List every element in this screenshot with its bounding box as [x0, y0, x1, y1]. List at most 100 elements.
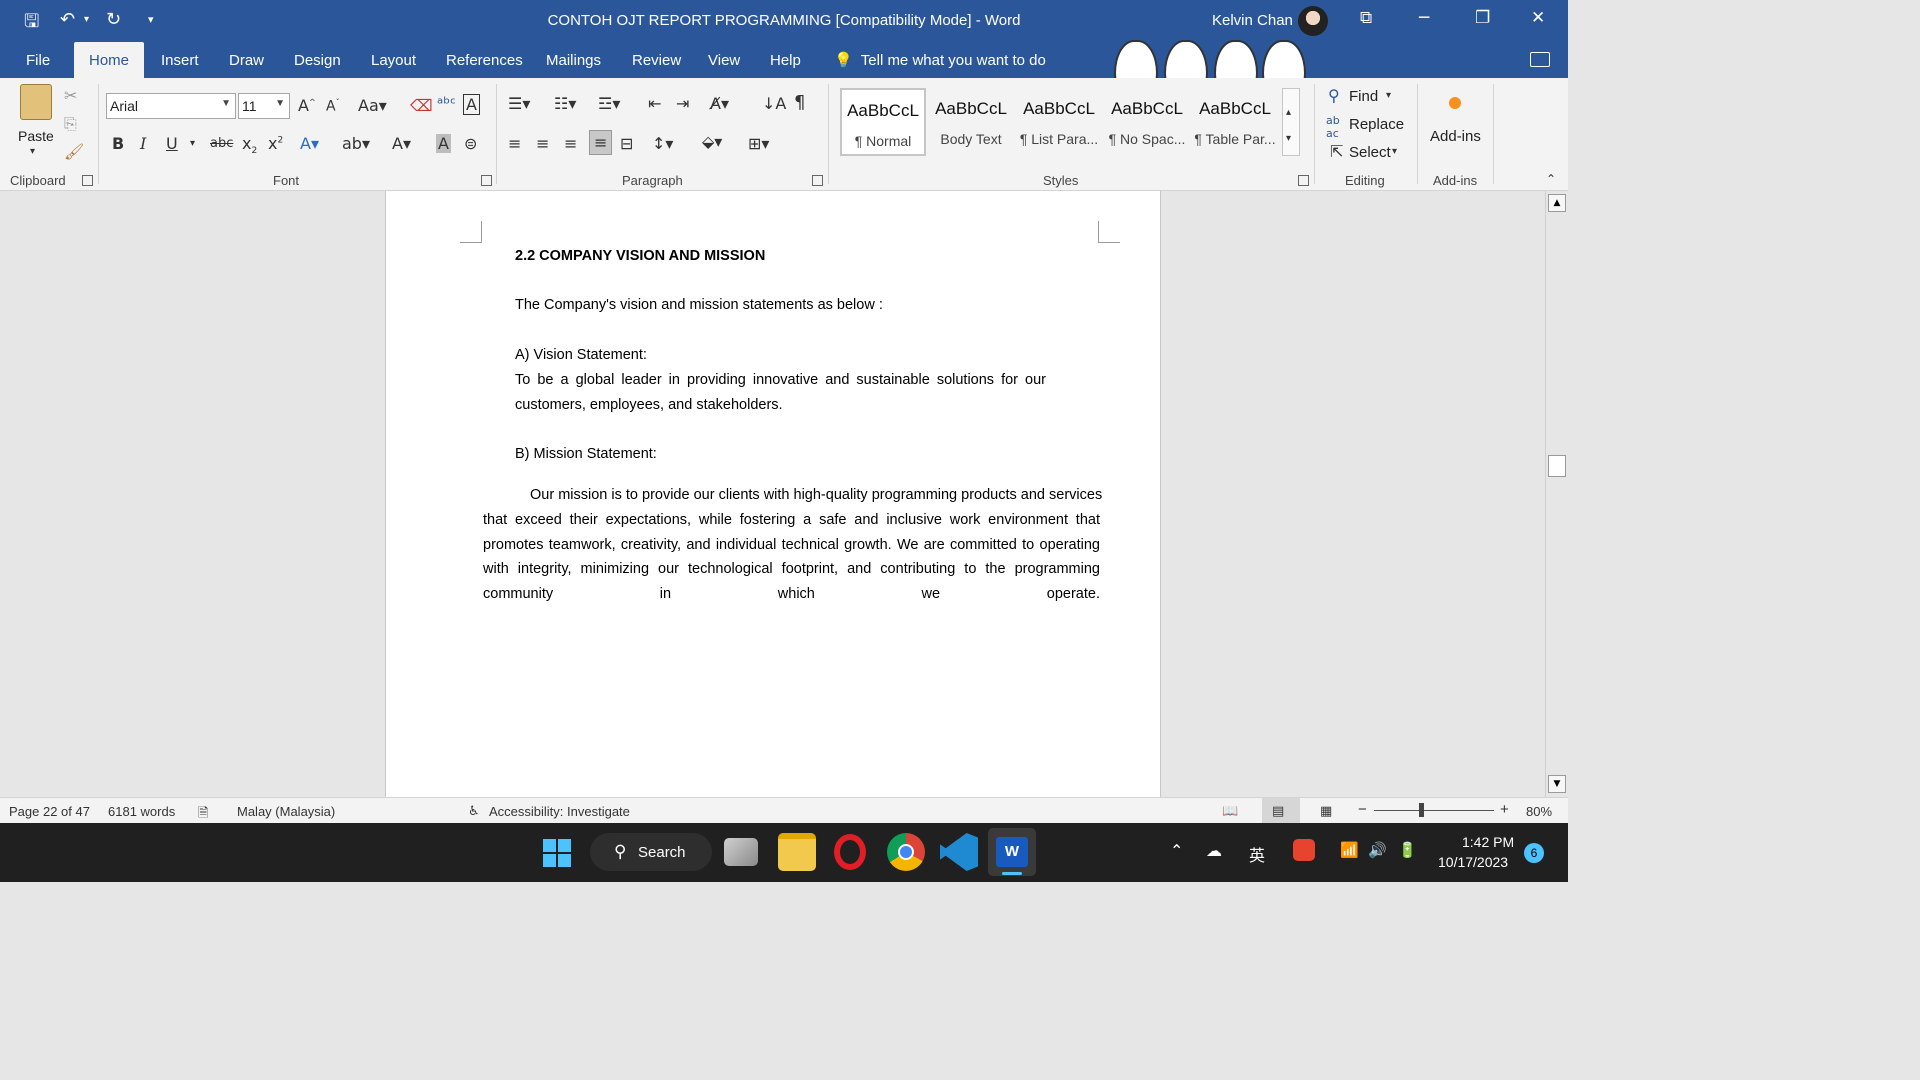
scroll-up-icon[interactable]: ▲	[1548, 194, 1566, 212]
find-button[interactable]: Find	[1349, 88, 1378, 105]
paste-dropdown-icon[interactable]: ▾	[30, 146, 35, 157]
add-ins-button[interactable]: Add-ins	[1430, 128, 1481, 145]
find-dropdown-icon[interactable]: ▾	[1386, 90, 1391, 101]
show-formatting-icon[interactable]: ¶	[794, 92, 805, 113]
superscript-icon[interactable]: x2	[268, 134, 283, 153]
style-normal[interactable]: AaBbCcL ¶ Normal	[840, 88, 926, 156]
subscript-icon[interactable]: x2	[242, 134, 257, 156]
font-dialog-launcher-icon[interactable]	[481, 175, 492, 186]
numbering-icon[interactable]: ☷▾	[554, 94, 576, 113]
enclose-characters-icon[interactable]: ⊜	[464, 134, 477, 153]
clipboard-dialog-launcher-icon[interactable]	[82, 175, 93, 186]
accessibility-status[interactable]: Accessibility: Investigate	[489, 804, 630, 819]
page-count[interactable]: Page 22 of 47	[9, 804, 90, 819]
zoom-out-icon[interactable]: −	[1358, 801, 1367, 818]
taskbar-search[interactable]: ⚲ Search	[590, 833, 712, 871]
font-size-combo[interactable]: 11 ▼	[238, 93, 290, 119]
tab-references[interactable]: References	[446, 52, 523, 69]
change-case-icon[interactable]: Aa▾	[358, 96, 387, 115]
bold-icon[interactable]: B	[112, 134, 124, 153]
sort-icon[interactable]: ↓A	[762, 94, 786, 113]
volume-icon[interactable]: 🔊	[1368, 841, 1387, 859]
strikethrough-icon[interactable]: abc	[210, 136, 233, 151]
style-body-text[interactable]: AaBbCcL Body Text	[928, 88, 1014, 156]
chevron-up-icon[interactable]: ▴	[1286, 107, 1291, 118]
battery-icon[interactable]: 🔋	[1398, 841, 1417, 859]
align-left-icon[interactable]: ≡	[508, 134, 521, 153]
style-table-paragraph[interactable]: AaBbCcL ¶ Table Par...	[1192, 88, 1278, 156]
highlight-color-icon[interactable]: ab▾	[342, 134, 370, 153]
styles-dialog-launcher-icon[interactable]	[1298, 175, 1309, 186]
vertical-scrollbar[interactable]: ▲ ▼	[1545, 191, 1568, 797]
web-layout-icon[interactable]: ▦	[1320, 804, 1332, 819]
zoom-level[interactable]: 80%	[1526, 804, 1552, 819]
character-border-icon[interactable]: A	[463, 94, 480, 115]
tab-view[interactable]: View	[708, 52, 740, 69]
tell-me-search[interactable]: 💡 Tell me what you want to do	[834, 51, 1046, 69]
bullets-icon[interactable]: ☰▾	[508, 94, 530, 113]
underline-dropdown-icon[interactable]: ▾	[190, 138, 195, 149]
zoom-slider-thumb[interactable]	[1419, 803, 1424, 817]
shading-icon[interactable]: ⬙▾	[702, 132, 722, 151]
style-no-spacing[interactable]: AaBbCcL ¶ No Spac...	[1104, 88, 1190, 156]
more-styles-icon[interactable]: ▾	[1286, 133, 1291, 144]
ribbon-display-icon[interactable]: ⧉	[1360, 8, 1372, 28]
notification-badge[interactable]: 6	[1524, 843, 1544, 863]
select-dropdown-icon[interactable]: ▾	[1392, 146, 1397, 157]
comments-icon[interactable]	[1530, 52, 1550, 67]
tab-help[interactable]: Help	[770, 52, 801, 69]
cut-icon[interactable]: ✂	[64, 86, 77, 105]
clear-formatting-icon[interactable]: ⌫	[410, 96, 433, 115]
chrome-icon[interactable]	[887, 833, 925, 871]
distributed-icon[interactable]: ⊟	[620, 134, 633, 153]
multilevel-list-icon[interactable]: ☲▾	[598, 94, 620, 113]
justify-icon[interactable]: ≡	[589, 130, 613, 155]
user-name[interactable]: Kelvin Chan	[1212, 12, 1293, 29]
tab-design[interactable]: Design	[294, 52, 341, 69]
tab-insert[interactable]: Insert	[161, 52, 199, 69]
close-icon[interactable]: ✕	[1531, 8, 1545, 28]
asian-layout-icon[interactable]: A̸▾	[710, 94, 729, 113]
tab-draw[interactable]: Draw	[229, 52, 264, 69]
underline-icon[interactable]: U	[166, 134, 178, 153]
vscode-icon[interactable]	[940, 833, 978, 871]
wifi-icon[interactable]: 📶	[1340, 841, 1359, 859]
paste-button[interactable]: Paste	[18, 128, 54, 144]
start-icon[interactable]	[543, 839, 571, 867]
collapse-ribbon-icon[interactable]: ⌃	[1546, 172, 1556, 186]
align-right-icon[interactable]: ≡	[564, 134, 577, 153]
avatar[interactable]	[1298, 6, 1328, 36]
copy-icon[interactable]: ⎘	[64, 114, 77, 134]
phonetic-guide-icon[interactable]: ᵃᵇᶜ	[437, 94, 456, 113]
line-spacing-icon[interactable]: ↕▾	[652, 134, 673, 153]
select-button[interactable]: Select	[1349, 144, 1391, 161]
sogou-ime-icon[interactable]	[1293, 839, 1315, 861]
input-method[interactable]: 英	[1249, 842, 1265, 866]
paragraph-dialog-launcher-icon[interactable]	[812, 175, 823, 186]
word-count[interactable]: 6181 words	[108, 804, 175, 819]
font-name-combo[interactable]: Arial ▼	[106, 93, 236, 119]
replace-button[interactable]: Replace	[1349, 116, 1404, 133]
clock-date[interactable]: 10/17/2023	[1438, 854, 1508, 870]
borders-icon[interactable]: ⊞▾	[748, 134, 769, 153]
read-mode-icon[interactable]: 📖	[1222, 804, 1238, 819]
restore-icon[interactable]: ❐	[1475, 8, 1490, 28]
language[interactable]: Malay (Malaysia)	[237, 804, 335, 819]
document-page[interactable]: 2.2 COMPANY VISION AND MISSION The Compa…	[385, 191, 1161, 797]
grow-font-icon[interactable]: A^	[298, 96, 316, 115]
onedrive-icon[interactable]: ☁	[1206, 841, 1222, 860]
add-ins-icon[interactable]	[1449, 97, 1461, 109]
align-center-icon[interactable]: ≡	[536, 134, 549, 153]
zoom-slider[interactable]	[1374, 810, 1494, 811]
opera-icon[interactable]	[834, 834, 866, 870]
minimize-icon[interactable]: ─	[1419, 8, 1429, 28]
file-explorer-icon[interactable]	[778, 833, 816, 871]
decrease-indent-icon[interactable]: ⇤	[648, 94, 661, 113]
styles-gallery-scroll[interactable]: ▴ ▾	[1282, 88, 1300, 156]
italic-icon[interactable]: I	[140, 134, 146, 153]
format-painter-icon[interactable]: 🖌	[64, 142, 84, 161]
font-color-icon[interactable]: A▾	[392, 134, 411, 153]
increase-indent-icon[interactable]: ⇥	[676, 94, 689, 113]
character-shading-icon[interactable]: A	[436, 134, 451, 153]
zoom-in-icon[interactable]: +	[1500, 801, 1509, 818]
